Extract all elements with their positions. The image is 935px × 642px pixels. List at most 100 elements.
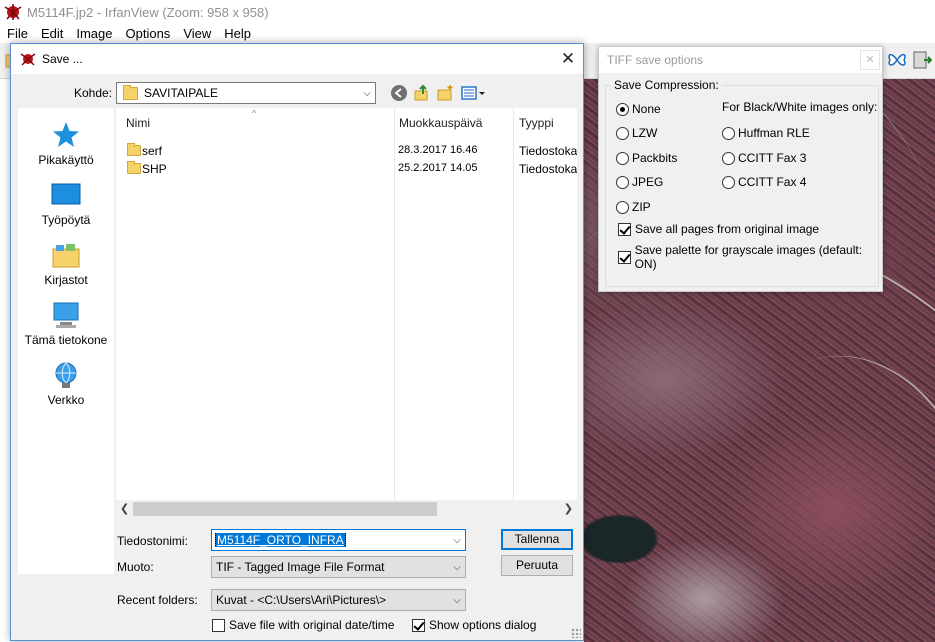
menu-edit[interactable]: Edit [34, 24, 69, 43]
radio-button[interactable] [616, 175, 629, 189]
place-quick-access[interactable]: Pikakäyttö [18, 120, 114, 167]
irfanview-logo-icon [4, 4, 22, 20]
radio-ccitt-fax3[interactable]: CCITT Fax 3 [722, 151, 806, 165]
place-label: Tämä tietokone [24, 333, 108, 347]
close-button[interactable]: ✕ [860, 50, 880, 70]
folder-icon [127, 161, 141, 174]
format-select[interactable]: TIF - Tagged Image File Format ⌵ [211, 556, 466, 578]
resize-grip[interactable] [571, 628, 581, 638]
keep-date-label: Save file with original date/time [229, 618, 395, 632]
recent-folders-select[interactable]: Kuvat - <C:\Users\Ari\Pictures\> ⌵ [211, 589, 466, 611]
place-network[interactable]: Verkko [18, 360, 114, 407]
irfanview-logo-icon [20, 53, 36, 66]
save-all-pages-option[interactable]: Save all pages from original image [618, 222, 819, 236]
app-title: M5114F.jp2 - IrfanView (Zoom: 958 x 958) [27, 4, 269, 20]
place-desktop[interactable]: Työpöytä [18, 180, 114, 227]
column-header-type[interactable]: Tyyppi [519, 116, 554, 130]
butterfly-icon[interactable] [886, 49, 908, 71]
look-in-label: Kohde: [74, 86, 113, 100]
view-menu-icon[interactable] [460, 84, 486, 102]
show-options-option[interactable]: Show options dialog [412, 618, 536, 632]
menu-image[interactable]: Image [69, 24, 118, 43]
menu-file[interactable]: File [0, 24, 34, 43]
filename-input[interactable]: M5114F_ORTO_INFRA [215, 533, 346, 547]
libraries-icon [52, 244, 80, 268]
exit-icon[interactable] [910, 49, 932, 71]
format-value: TIF - Tagged Image File Format [216, 560, 385, 574]
radio-button[interactable] [722, 151, 735, 165]
radio-label: CCITT Fax 3 [738, 151, 807, 165]
file-modified: 28.3.2017 16.46 [398, 144, 478, 156]
file-name: serf [142, 144, 163, 158]
keep-date-checkbox[interactable] [212, 618, 225, 632]
look-in-value: SAVITAIPALE [144, 86, 219, 100]
place-libraries[interactable]: Kirjastot [18, 240, 114, 287]
save-button[interactable]: Tallenna [501, 529, 573, 550]
cancel-button[interactable]: Peruuta [501, 555, 573, 576]
radio-packbits[interactable]: Packbits [616, 151, 677, 165]
radio-none[interactable]: None [616, 102, 661, 116]
chevron-right-icon[interactable]: ❯ [564, 502, 573, 515]
computer-icon [53, 302, 79, 328]
radio-button[interactable] [616, 126, 629, 140]
file-row[interactable]: SHP 25.2.2017 14.05 Tiedostokansio [116, 160, 577, 178]
menu-view[interactable]: View [176, 24, 217, 43]
place-label: Kirjastot [44, 273, 88, 287]
network-icon [55, 362, 77, 388]
back-icon[interactable] [390, 84, 408, 102]
tiff-dialog-titlebar[interactable]: TIFF save options ✕ [599, 47, 882, 73]
keep-date-option[interactable]: Save file with original date/time [212, 618, 394, 632]
close-button[interactable]: ✕ [553, 44, 583, 74]
up-folder-icon[interactable] [413, 84, 431, 102]
recent-folders-value: Kuvat - <C:\Users\Ari\Pictures\> [216, 593, 387, 607]
star-icon [53, 122, 79, 147]
sort-ascending-icon: ^ [252, 108, 257, 118]
file-name: SHP [142, 162, 167, 176]
folder-icon [123, 84, 138, 100]
tiff-dialog-title: TIFF save options [607, 53, 704, 67]
show-options-label: Show options dialog [429, 618, 537, 632]
look-in-combo[interactable]: SAVITAIPALE ⌵ [116, 82, 376, 104]
column-header-modified[interactable]: Muokkauspäivä [399, 116, 482, 130]
radio-button[interactable] [616, 200, 629, 214]
place-label: Pikakäyttö [38, 153, 94, 167]
desktop-icon [51, 183, 81, 205]
filename-label: Tiedostonimi: [117, 534, 188, 548]
radio-ccitt-fax4[interactable]: CCITT Fax 4 [722, 175, 806, 189]
save-all-pages-checkbox[interactable] [618, 222, 631, 236]
radio-label: Huffman RLE [738, 126, 810, 140]
compression-group: Save Compression: For Black/White images… [605, 78, 879, 287]
file-row[interactable]: serf 28.3.2017 16.46 Tiedostokansio [116, 142, 577, 160]
radio-zip[interactable]: ZIP [616, 200, 651, 214]
radio-button[interactable] [616, 102, 629, 116]
save-dialog-titlebar[interactable]: Save ... ✕ [11, 44, 583, 74]
save-palette-option[interactable]: Save palette for grayscale images (defau… [618, 243, 878, 271]
save-palette-label: Save palette for grayscale images (defau… [634, 243, 863, 271]
place-this-pc[interactable]: Tämä tietokone [18, 300, 114, 347]
chevron-left-icon[interactable]: ❮ [120, 502, 129, 515]
menu-help[interactable]: Help [217, 24, 257, 43]
column-header-name[interactable]: Nimi [126, 116, 150, 130]
radio-jpeg[interactable]: JPEG [616, 175, 663, 189]
save-dialog-title: Save ... [42, 52, 83, 66]
bw-only-label: For Black/White images only: [722, 100, 878, 114]
filename-field[interactable]: M5114F_ORTO_INFRA ⌵ [211, 529, 466, 551]
save-all-pages-label: Save all pages from original image [635, 222, 820, 236]
radio-label: JPEG [632, 175, 664, 189]
format-label: Muoto: [117, 560, 154, 574]
radio-lzw[interactable]: LZW [616, 126, 657, 140]
file-list[interactable]: ^ Nimi Muokkauspäivä Tyyppi serf 28.3.20… [116, 108, 577, 518]
radio-button[interactable] [722, 126, 735, 140]
radio-huffman-rle[interactable]: Huffman RLE [722, 126, 810, 140]
radio-button[interactable] [616, 151, 629, 165]
chevron-down-icon[interactable]: ⌵ [449, 535, 465, 546]
radio-button[interactable] [722, 175, 735, 189]
scrollbar-thumb[interactable] [133, 502, 437, 516]
new-folder-icon[interactable] [436, 84, 454, 102]
show-options-checkbox[interactable] [412, 618, 425, 632]
menu-options[interactable]: Options [119, 24, 177, 43]
file-type: Tiedostokansio [519, 162, 577, 176]
horizontal-scrollbar[interactable]: ❮ ❯ [116, 500, 577, 518]
radio-label: Packbits [632, 151, 678, 165]
save-palette-checkbox[interactable] [618, 250, 631, 264]
